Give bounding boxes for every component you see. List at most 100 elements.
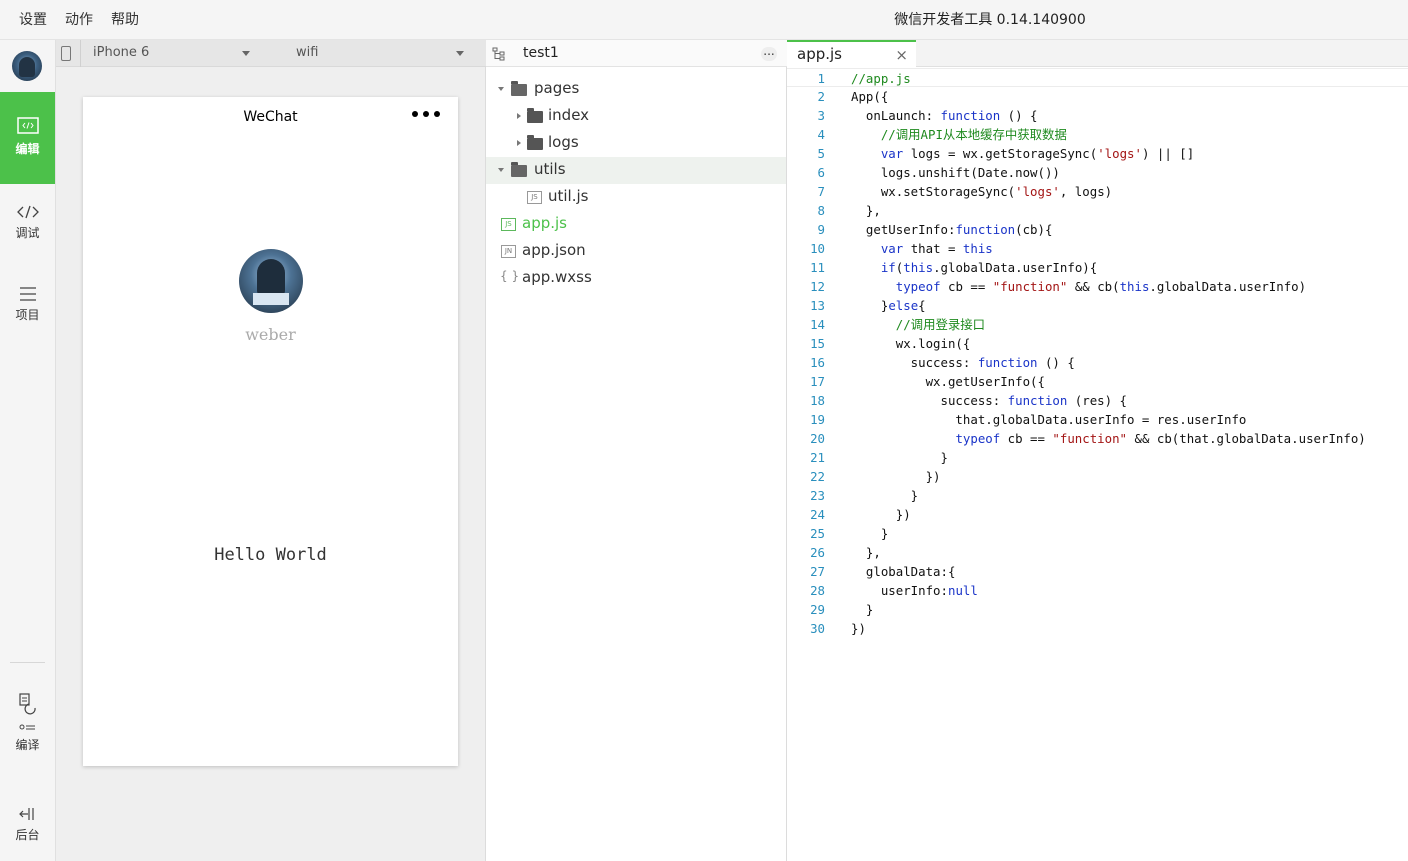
tree-item-app-js[interactable]: JS app.js [486, 211, 786, 238]
line-number: 30 [810, 621, 825, 636]
code-line: 23 } [787, 486, 1408, 505]
line-number: 23 [810, 488, 825, 503]
line-number: 2 [817, 89, 825, 104]
line-content: if(this.globalData.userInfo){ [880, 260, 1098, 275]
line-content: typeof cb == "function" && cb(that.globa… [955, 431, 1366, 446]
close-icon[interactable]: × [895, 46, 908, 64]
menu-settings[interactable]: 设置 [10, 0, 56, 40]
tree-item-index[interactable]: index [486, 103, 786, 130]
tree-item-label: utils [534, 160, 566, 178]
folder-icon [527, 135, 543, 150]
sidebar-item-background[interactable]: 后台 [0, 806, 55, 843]
line-number: 1 [817, 71, 825, 86]
line-number: 19 [810, 412, 825, 427]
line-content: var that = this [880, 241, 993, 256]
folder-icon [527, 108, 543, 123]
code-line: 4 //调用API从本地缓存中获取数据 [787, 125, 1408, 144]
line-number: 10 [810, 241, 825, 256]
code-line: 9 getUserInfo:function(cb){ [787, 220, 1408, 239]
simulator-panel: iPhone 6 wifi WeChat weber Hello World [56, 40, 486, 861]
line-content: wx.setStorageSync('logs', logs) [851, 184, 1113, 199]
code-line: 30}) [787, 619, 1408, 638]
code-line: 25 } [787, 524, 1408, 543]
code-line: 13 }else{ [787, 296, 1408, 315]
line-content: onLaunch: function () { [851, 108, 1038, 123]
code-line: 14 //调用登录接口 [787, 315, 1408, 334]
avatar[interactable] [12, 51, 42, 81]
device-select[interactable]: iPhone 6 [80, 40, 270, 67]
folder-open-icon [511, 81, 527, 96]
line-content: }) [851, 621, 866, 636]
code-area[interactable]: 1 //app.js 2 App({ 3 onLaunch: function ()… [787, 68, 1408, 638]
line-content: typeof cb == "function" && cb(this.globa… [895, 279, 1307, 294]
sidebar-item-debug[interactable]: 调试 [0, 204, 55, 241]
line-content: globalData:{ [851, 564, 956, 579]
sidebar-item-project[interactable]: 项目 [0, 286, 55, 323]
more-options-icon[interactable]: ... [761, 45, 777, 61]
line-number: 8 [817, 203, 825, 218]
code-line: 15 wx.login({ [787, 334, 1408, 353]
tree-item-app-wxss[interactable]: { } app.wxss [486, 265, 786, 292]
line-number: 28 [810, 583, 825, 598]
tree-structure-icon[interactable] [492, 47, 506, 61]
sidebar-item-compile[interactable]: 编译 [0, 692, 55, 753]
phone-icon[interactable] [61, 46, 71, 61]
chevron-down-icon [498, 168, 504, 172]
line-number: 13 [810, 298, 825, 313]
menu-help[interactable]: 帮助 [102, 0, 148, 40]
code-line: 26 }, [787, 543, 1408, 562]
tree-item-utils[interactable]: utils [486, 157, 786, 184]
line-number: 12 [810, 279, 825, 294]
hello-text: Hello World [214, 545, 327, 565]
user-avatar[interactable] [239, 249, 303, 313]
line-number: 27 [810, 564, 825, 579]
tree-item-label: logs [548, 133, 579, 151]
line-content: //调用登录接口 [895, 317, 986, 332]
network-select[interactable]: wifi [284, 40, 474, 67]
editor-tab-bar: app.js × [787, 40, 1408, 67]
tree-item-logs[interactable]: logs [486, 130, 786, 157]
line-number: 3 [817, 108, 825, 123]
editor-tab-app-js[interactable]: app.js × [787, 40, 916, 67]
line-number: 26 [810, 545, 825, 560]
sidebar: 编辑 调试 项目 编译 后台 [0, 40, 56, 861]
tree-item-label: app.wxss [522, 268, 592, 286]
chevron-right-icon [517, 140, 521, 146]
more-dots-icon[interactable] [412, 111, 440, 117]
code-line: 22 }) [787, 467, 1408, 486]
line-content: } [851, 488, 919, 503]
menu-actions[interactable]: 动作 [56, 0, 102, 40]
tree-item-pages[interactable]: pages [486, 76, 786, 103]
line-number: 24 [810, 507, 825, 522]
sidebar-item-label: 调试 [15, 226, 40, 240]
line-number: 17 [810, 374, 825, 389]
tree-item-util-js[interactable]: JS util.js [486, 184, 786, 211]
sidebar-item-edit[interactable]: 编辑 [0, 92, 55, 184]
sidebar-item-label: 项目 [15, 308, 40, 322]
code-line: 19 that.globalData.userInfo = res.userIn… [787, 410, 1408, 429]
line-content: //调用API从本地缓存中获取数据 [880, 127, 1067, 142]
line-number: 16 [810, 355, 825, 370]
simulator-toolbar: iPhone 6 wifi [56, 40, 486, 67]
code-line: 20 typeof cb == "function" && cb(that.gl… [787, 429, 1408, 448]
phone-screen: WeChat weber Hello World [83, 97, 458, 766]
line-content: userInfo:null [851, 583, 978, 598]
line-content: success: function (res) { [851, 393, 1128, 408]
line-content: App({ [851, 89, 889, 104]
line-content: wx.getUserInfo({ [851, 374, 1045, 389]
line-content: } [851, 526, 889, 541]
line-content: }else{ [851, 298, 926, 313]
project-name: test1 [523, 45, 559, 61]
line-number: 29 [810, 602, 825, 617]
network-select-value: wifi [296, 45, 319, 60]
user-nickname: weber [245, 325, 296, 344]
line-content: getUserInfo:function(cb){ [851, 222, 1053, 237]
menu-bar: 设置 动作 帮助 [10, 0, 148, 40]
code-line: 7 wx.setStorageSync('logs', logs) [787, 182, 1408, 201]
line-content: } [851, 602, 874, 617]
tree-item-label: index [548, 106, 590, 124]
menu-lines-icon [19, 287, 36, 301]
tree-item-label: app.js [522, 214, 567, 232]
code-line: 1 //app.js [787, 68, 1408, 87]
tree-item-app-json[interactable]: JN app.json [486, 238, 786, 265]
